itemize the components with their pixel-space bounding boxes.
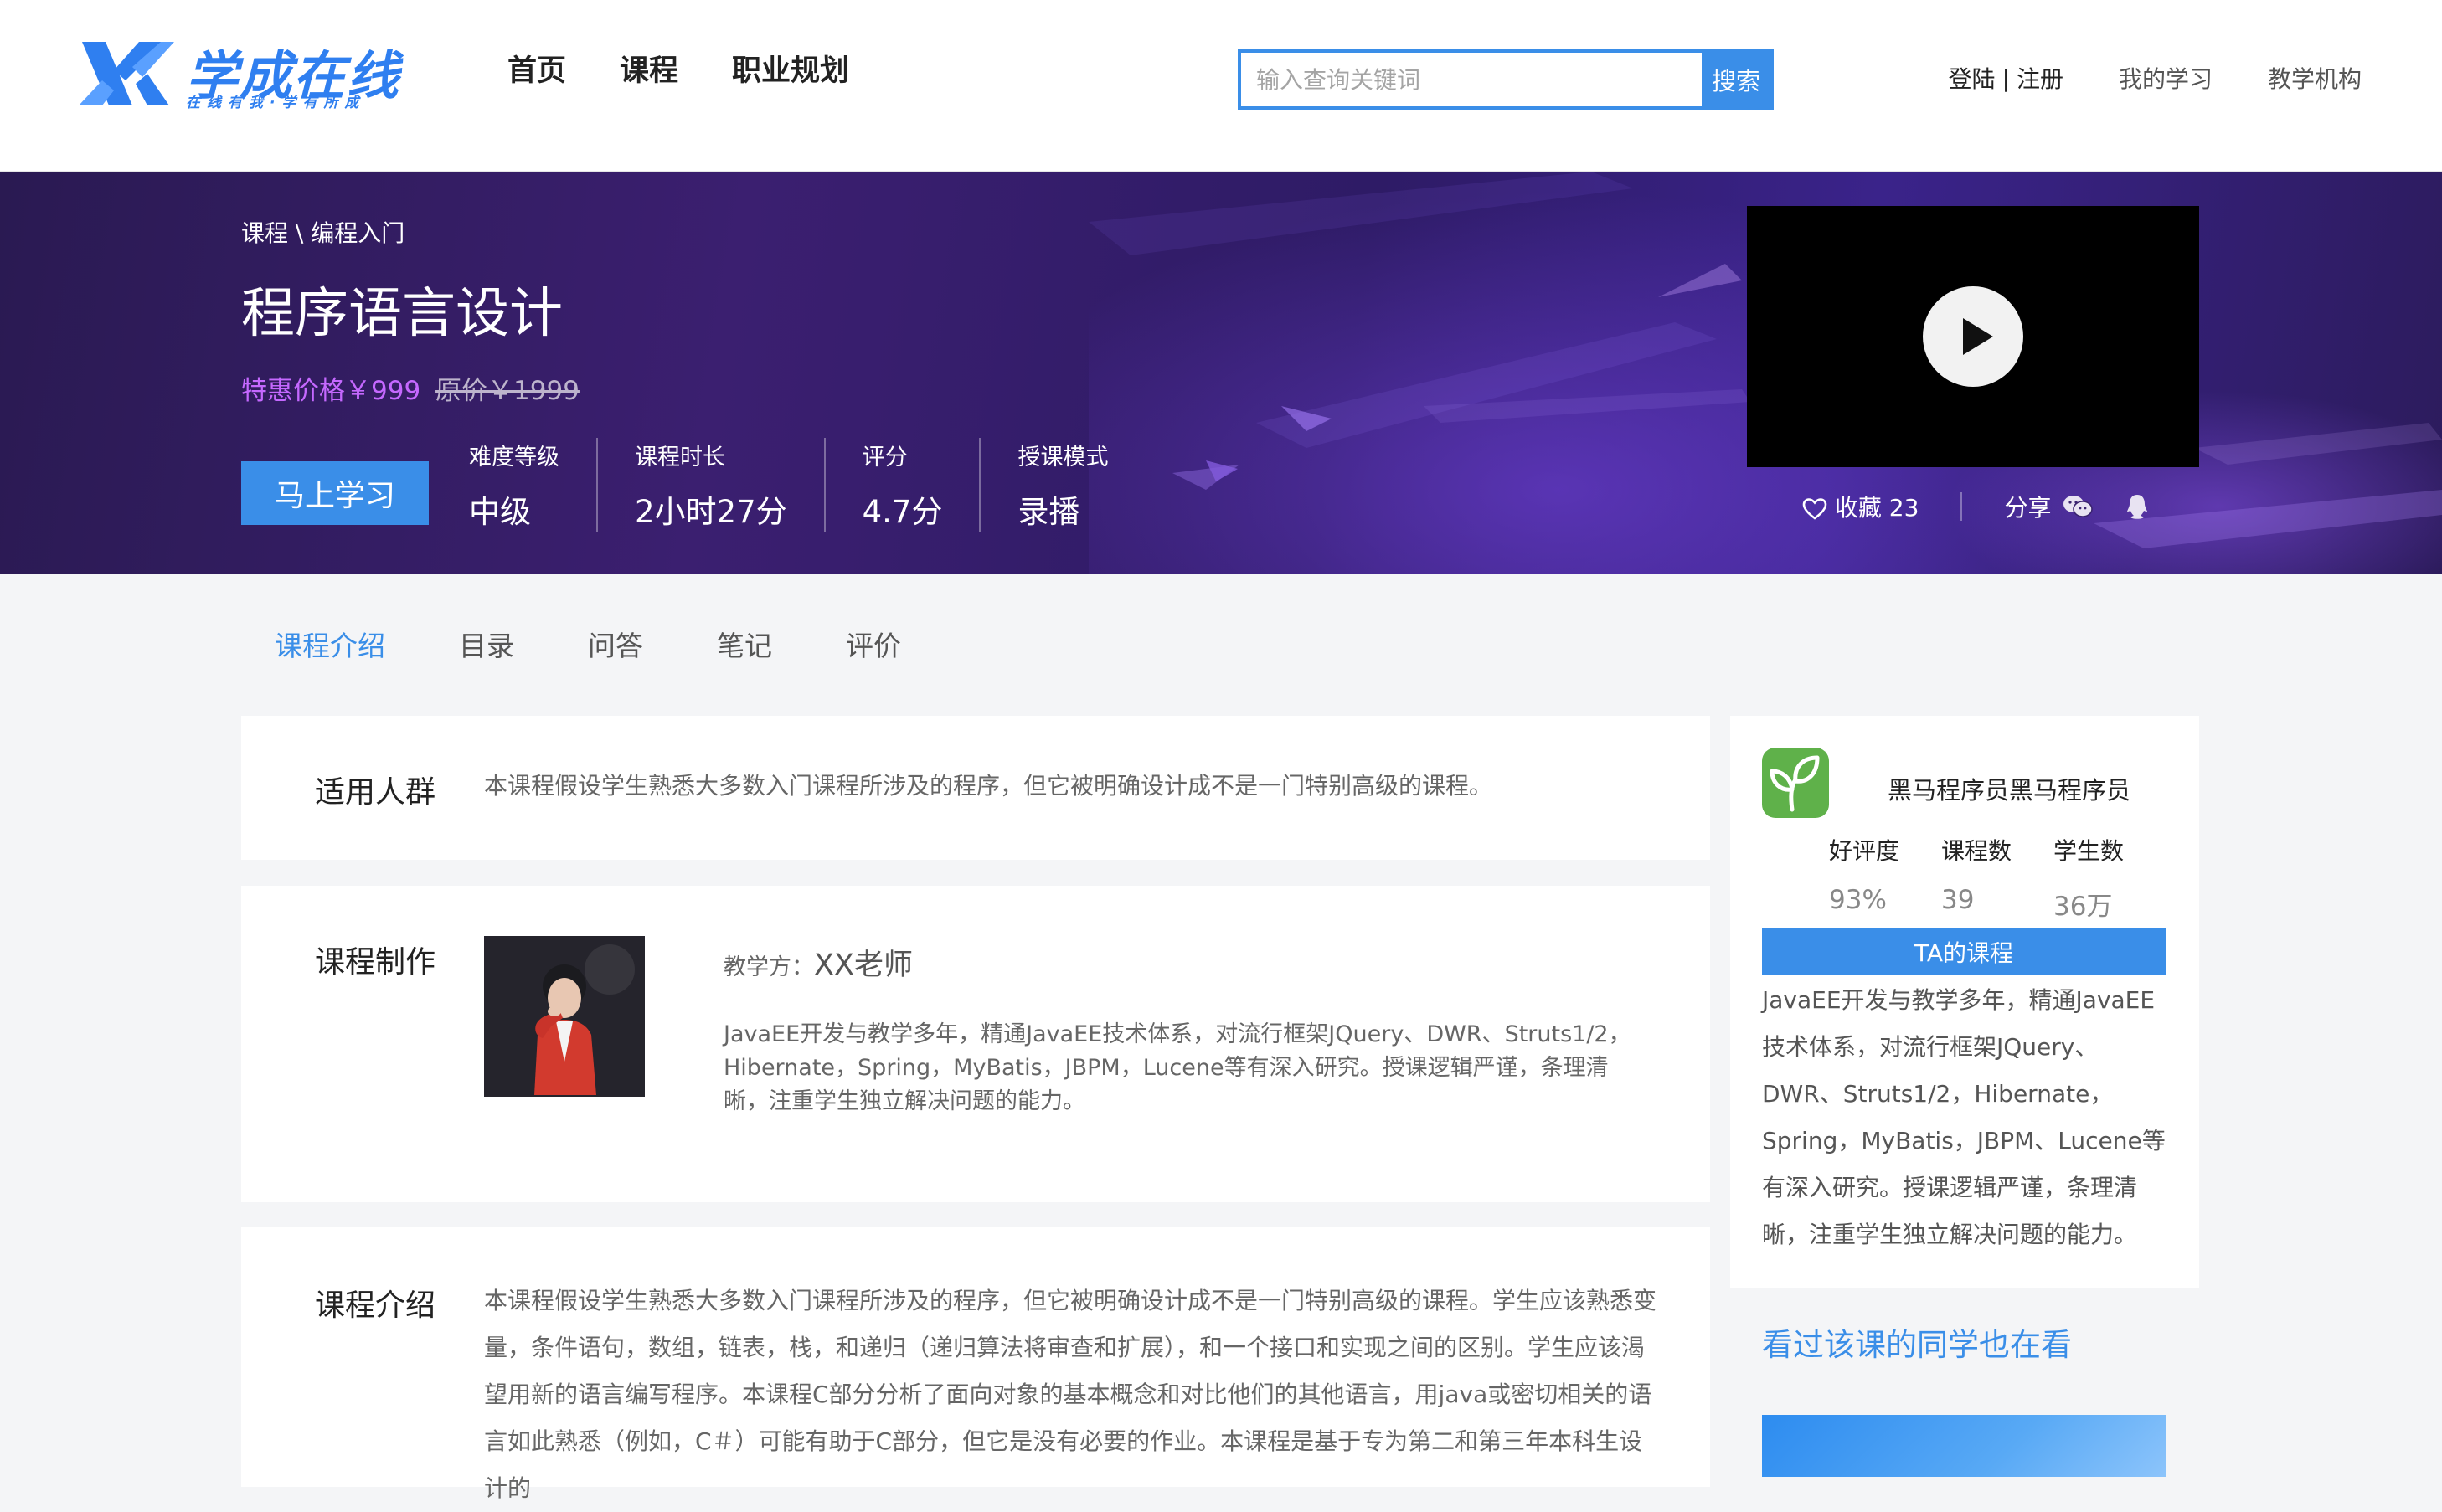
main-nav: 首页 课程 职业规划	[507, 47, 849, 90]
search-button[interactable]: 搜索	[1702, 53, 1770, 106]
stat-value: 中级	[469, 493, 531, 530]
org-stat-value: 36万	[2053, 892, 2113, 922]
login-register-separator: |	[2002, 64, 2010, 92]
heart-icon	[1802, 498, 1827, 520]
org-stat-rating: 好评度 93%	[1829, 833, 1899, 923]
logo-x-icon	[79, 42, 174, 105]
search-input[interactable]	[1241, 53, 1702, 106]
teacher-line: 教学方：XX老师	[724, 941, 913, 984]
favorite-label: 收藏 23	[1834, 494, 1919, 522]
tab-reviews[interactable]: 评价	[846, 624, 901, 664]
org-stat-value: 93%	[1829, 885, 1887, 915]
nav-courses[interactable]: 课程	[620, 47, 678, 90]
recommended-course-thumbnail[interactable]	[1762, 1415, 2166, 1477]
teacher-description: JavaEE开发与教学多年，精通JavaEE技术体系，对流行框架JQuery、D…	[724, 1021, 1631, 1114]
play-icon[interactable]	[1923, 286, 2023, 387]
register-link[interactable]: 注册	[2017, 61, 2063, 95]
audience-text: 本课程假设学生熟悉大多数入门课程所涉及的程序，但它被明确设计成不是一门特别高级的…	[484, 772, 1493, 800]
stat-rating: 评分 4.7分	[823, 438, 980, 532]
teacher-avatar	[484, 936, 645, 1097]
institution-card: 黑马程序员黑马程序员 好评度 93% 课程数 39 学生数 36万 TA的课程 …	[1730, 716, 2199, 1288]
teacher-photo-image	[484, 936, 645, 1097]
teacher-label: 教学方：	[724, 954, 814, 980]
actions-divider	[1960, 492, 1963, 521]
share-label: 分享	[2004, 494, 2052, 522]
institution-name[interactable]: 黑马程序员黑马程序员	[1888, 771, 2130, 806]
stat-duration: 课程时长 2小时27分	[596, 438, 824, 532]
audience-card: 适用人群 本课程假设学生熟悉大多数入门课程所涉及的程序，但它被明确设计成不是一门…	[241, 716, 1710, 860]
institution-logo-icon[interactable]	[1762, 748, 1829, 818]
nav-home[interactable]: 首页	[507, 47, 566, 90]
course-video-player[interactable]	[1747, 206, 2199, 467]
audience-label: 适用人群	[315, 775, 436, 810]
tab-intro[interactable]: 课程介绍	[275, 624, 385, 664]
original-price: 原价￥1999	[435, 376, 580, 406]
special-price: 特惠价格￥999	[241, 376, 421, 406]
start-learning-button[interactable]: 马上学习	[241, 461, 429, 525]
tab-catalog[interactable]: 目录	[459, 624, 514, 664]
course-banner: 课程 \ 编程入门 程序语言设计 特惠价格￥999 原价￥1999 马上学习 难…	[0, 172, 2442, 574]
production-label: 课程制作	[315, 945, 436, 980]
search-box: 搜索	[1238, 49, 1774, 110]
my-learning-link[interactable]: 我的学习	[2119, 61, 2213, 95]
institution-description: JavaEE开发与教学多年，精通JavaEE技术体系，对流行框架JQuery、D…	[1762, 986, 2166, 1248]
video-actions: 收藏 23 分享	[1802, 490, 2150, 523]
intro-label: 课程介绍	[315, 1288, 436, 1323]
site-logo[interactable]: 学成在线 在线有我·学有所成	[77, 33, 412, 117]
org-stat-courses: 课程数 39	[1941, 833, 2012, 923]
stat-label: 课程时长	[635, 444, 725, 471]
top-header: 学成在线 在线有我·学有所成 首页 课程 职业规划 搜索 登陆 | 注册 我的学…	[0, 0, 2442, 172]
stat-mode: 授课模式 录播	[979, 438, 1145, 532]
user-links: 登陆 | 注册 我的学习 教学机构	[1949, 61, 2362, 95]
org-stat-students: 学生数 36万	[2053, 833, 2124, 923]
course-price: 特惠价格￥999 原价￥1999	[241, 369, 580, 407]
favorite-button[interactable]: 收藏 23	[1802, 490, 1919, 523]
institution-stats: 好评度 93% 课程数 39 学生数 36万	[1829, 833, 2124, 923]
intro-text: 本课程假设学生熟悉大多数入门课程所涉及的程序，但它被明确设计成不是一门特别高级的…	[484, 1287, 1657, 1502]
also-watching-title: 看过该课的同学也在看	[1762, 1327, 2072, 1363]
ta-courses-button[interactable]: TA的课程	[1762, 928, 2166, 975]
stat-label: 授课模式	[1018, 444, 1109, 471]
org-stat-label: 课程数	[1941, 837, 2012, 865]
org-stat-value: 39	[1941, 885, 1975, 915]
tab-notes[interactable]: 笔记	[717, 624, 772, 664]
tab-qa[interactable]: 问答	[588, 624, 643, 664]
org-stat-label: 学生数	[2053, 837, 2125, 865]
course-stats: 难度等级 中级 课程时长 2小时27分 评分 4.7分 授课模式 录播	[469, 438, 1145, 532]
intro-card: 课程介绍 本课程假设学生熟悉大多数入门课程所涉及的程序，但它被明确设计成不是一门…	[241, 1227, 1710, 1502]
production-card: 课程制作 教学方：XX老师 JavaEE开发与教学多年，精通JavaEE技术体系…	[241, 886, 1710, 1202]
stat-label: 评分	[862, 444, 908, 471]
qq-icon[interactable]	[2125, 493, 2150, 520]
course-tabs: 课程介绍 目录 问答 笔记 评价	[275, 624, 975, 664]
wechat-icon[interactable]	[2063, 494, 2094, 519]
stat-value: 录播	[1018, 493, 1080, 530]
logo-slogan: 在线有我·学有所成	[186, 95, 366, 111]
stat-label: 难度等级	[469, 444, 559, 471]
breadcrumb[interactable]: 课程 \ 编程入门	[241, 215, 404, 249]
stat-value: 4.7分	[862, 493, 943, 530]
org-stat-label: 好评度	[1829, 837, 1900, 865]
course-title: 程序语言设计	[241, 283, 563, 345]
institution-link[interactable]: 教学机构	[2268, 61, 2362, 95]
stat-value: 2小时27分	[635, 493, 787, 530]
teacher-name: XX老师	[814, 949, 913, 982]
login-link[interactable]: 登陆	[1949, 61, 1996, 95]
stat-difficulty: 难度等级 中级	[469, 438, 596, 532]
nav-career[interactable]: 职业规划	[732, 47, 849, 90]
